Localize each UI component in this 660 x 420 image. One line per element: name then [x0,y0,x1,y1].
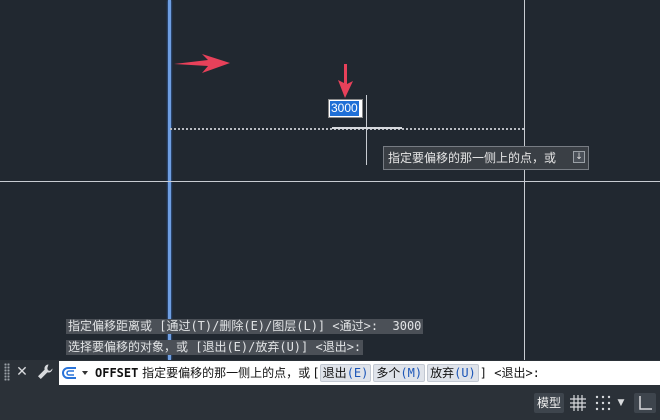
command-prompt-text: OFFSET 指定要偏移的那一侧上的点，或 [退出(E) 多个(M) 放弃(U)] … [95,361,540,385]
command-prompt: 指定要偏移的那一侧上的点，或 [ [138,366,319,380]
option-exit[interactable]: 退出(E) [319,364,372,382]
command-name: OFFSET [95,366,139,380]
crosshair-cursor-segment [332,127,402,129]
dynamic-input-value: 3000 [330,101,359,116]
snap-icon[interactable] [594,394,612,412]
selected-line[interactable] [168,0,171,360]
red-arrow-right-icon [174,54,230,73]
drawing-line[interactable] [524,0,525,360]
command-history-line: 指定偏移距离或 [通过(T)/删除(E)/图层(L)] <通过>: 3000 [66,319,424,334]
command-suffix: ] <退出>: [479,366,540,380]
crosshair-vertical [366,95,367,165]
command-prompt-icon[interactable] [62,365,90,381]
down-arrow-icon[interactable]: ↓ [573,151,585,163]
wrench-icon[interactable] [35,362,55,382]
prompt-tooltip: 指定要偏移的那一侧上的点，或 ↓ [383,146,589,170]
option-multiple[interactable]: 多个(M) [373,364,426,382]
red-arrow-down-icon [338,64,353,98]
grip-handle-icon[interactable] [4,363,10,381]
chevron-down-icon[interactable]: ▼ [615,394,627,412]
dynamic-input-field[interactable]: 3000 [328,99,363,118]
crosshair-horizontal [0,181,660,182]
tooltip-text: 指定要偏移的那一侧上的点，或 [388,151,557,165]
option-undo[interactable]: 放弃(U) [427,364,479,382]
command-input[interactable]: OFFSET 指定要偏移的那一侧上的点，或 [退出(E) 多个(M) 放弃(U)] … [59,361,660,385]
drawing-canvas[interactable]: 3000 指定要偏移的那一侧上的点，或 ↓ 指定偏移距离或 [通过(T)/删除(… [0,0,660,360]
command-history-line: 选择要偏移的对象，或 [退出(E)/放弃(U)] <退出>: [66,340,364,355]
grid-icon[interactable] [569,394,587,412]
ortho-icon[interactable] [634,393,656,413]
model-button[interactable]: 模型 [534,393,564,413]
close-icon[interactable]: ✕ [14,363,30,381]
